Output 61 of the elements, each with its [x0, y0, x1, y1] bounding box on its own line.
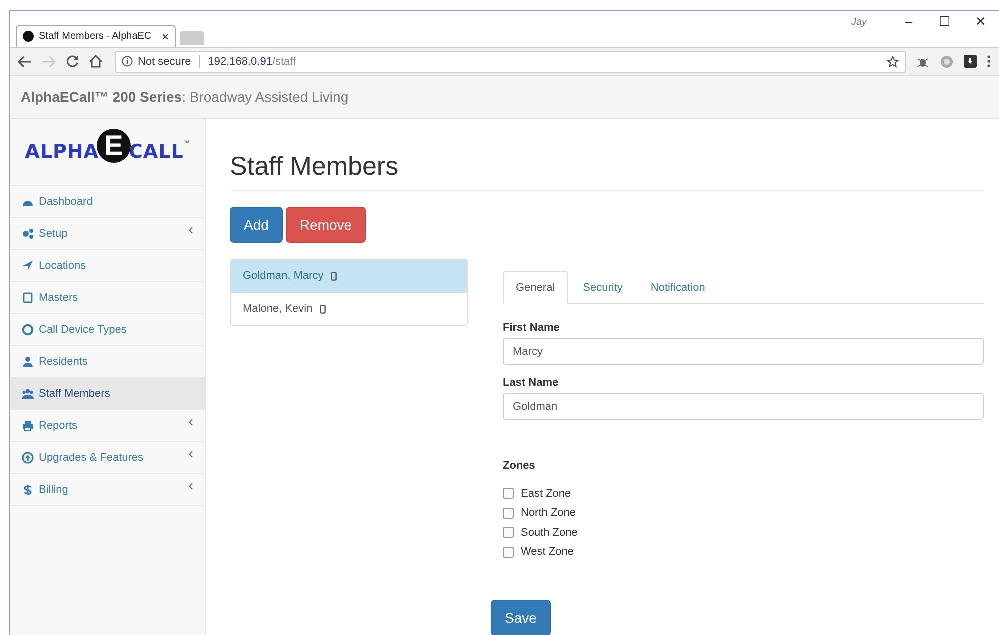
- ring-icon: [22, 324, 34, 336]
- staff-list-item[interactable]: Malone, Kevin: [231, 292, 467, 325]
- zone-label: South Zone: [521, 526, 578, 539]
- back-icon[interactable]: [18, 56, 32, 68]
- download-icon[interactable]: [964, 55, 977, 68]
- phone-icon: [330, 272, 337, 280]
- sidebar-item[interactable]: Reports: [10, 410, 205, 442]
- sidebar-item[interactable]: Billing: [10, 474, 205, 506]
- sidebar-item[interactable]: Upgrades & Features: [10, 442, 205, 474]
- menu-icon[interactable]: [987, 55, 991, 68]
- sidebar-item[interactable]: Masters: [10, 282, 205, 314]
- tab-close-button[interactable]: ×: [162, 30, 169, 44]
- tab[interactable]: Notification: [638, 271, 718, 304]
- remove-button[interactable]: Remove: [286, 207, 366, 243]
- favicon-icon: [23, 31, 34, 42]
- page-title: Staff Members: [230, 151, 984, 191]
- sidebar-item[interactable]: Call Device Types: [10, 314, 205, 346]
- up-arrow-circle-icon: [22, 452, 34, 464]
- sidebar-item[interactable]: Dashboard: [10, 186, 205, 218]
- zone-label: North Zone: [521, 507, 576, 520]
- window-control[interactable]: ✕: [963, 14, 999, 29]
- profile-name[interactable]: Jay: [851, 17, 867, 28]
- security-label: Not secure: [138, 56, 192, 68]
- users-icon: [22, 388, 34, 400]
- user-icon: [22, 356, 34, 368]
- sidebar-item[interactable]: Locations: [10, 250, 205, 282]
- zone-label: East Zone: [521, 488, 572, 500]
- square-icon: [22, 292, 34, 304]
- staff-list-item[interactable]: Goldman, Marcy: [231, 260, 467, 292]
- first-name-label: First Name: [503, 322, 560, 334]
- dollar-icon: [22, 484, 34, 496]
- zone-checkbox[interactable]: [503, 546, 514, 558]
- info-icon: [122, 56, 133, 67]
- zone-label: West Zone: [521, 546, 574, 558]
- window-control[interactable]: ☐: [927, 14, 963, 29]
- home-icon[interactable]: [89, 55, 103, 68]
- window-control[interactable]: –: [891, 14, 927, 29]
- printer-icon: [22, 420, 34, 432]
- save-button[interactable]: Save: [491, 600, 551, 635]
- zone-checkbox[interactable]: [503, 527, 514, 538]
- tab[interactable]: Security: [570, 271, 636, 304]
- sidebar-item[interactable]: Staff Members: [10, 378, 205, 410]
- app-title: AlphaECall™ 200 Series: Broadway Assisted Living: [21, 89, 349, 105]
- add-button[interactable]: Add: [230, 207, 283, 243]
- tab[interactable]: General: [503, 271, 568, 304]
- last-name-field[interactable]: Goldman: [503, 393, 984, 420]
- reload-icon[interactable]: [66, 55, 79, 68]
- url-text: 192.168.0.91/staff: [208, 56, 296, 68]
- first-name-field[interactable]: Marcy: [503, 338, 984, 365]
- gears-icon: [22, 228, 34, 240]
- location-arrow-icon: [22, 260, 34, 272]
- tab-title: Staff Members - AlphaEC: [39, 31, 153, 42]
- zones-label: Zones: [503, 460, 536, 472]
- browser-tab[interactable]: Staff Members - AlphaEC ×: [16, 25, 176, 47]
- zone-checkbox[interactable]: [503, 488, 514, 500]
- zone-checkbox[interactable]: [503, 508, 514, 519]
- phone-icon: [320, 304, 326, 314]
- last-name-label: Last Name: [503, 377, 559, 389]
- sidebar-item[interactable]: Setup: [10, 218, 205, 250]
- star-icon[interactable]: [887, 56, 899, 68]
- address-bar[interactable]: Not secure 192.168.0.91/staff: [115, 50, 906, 72]
